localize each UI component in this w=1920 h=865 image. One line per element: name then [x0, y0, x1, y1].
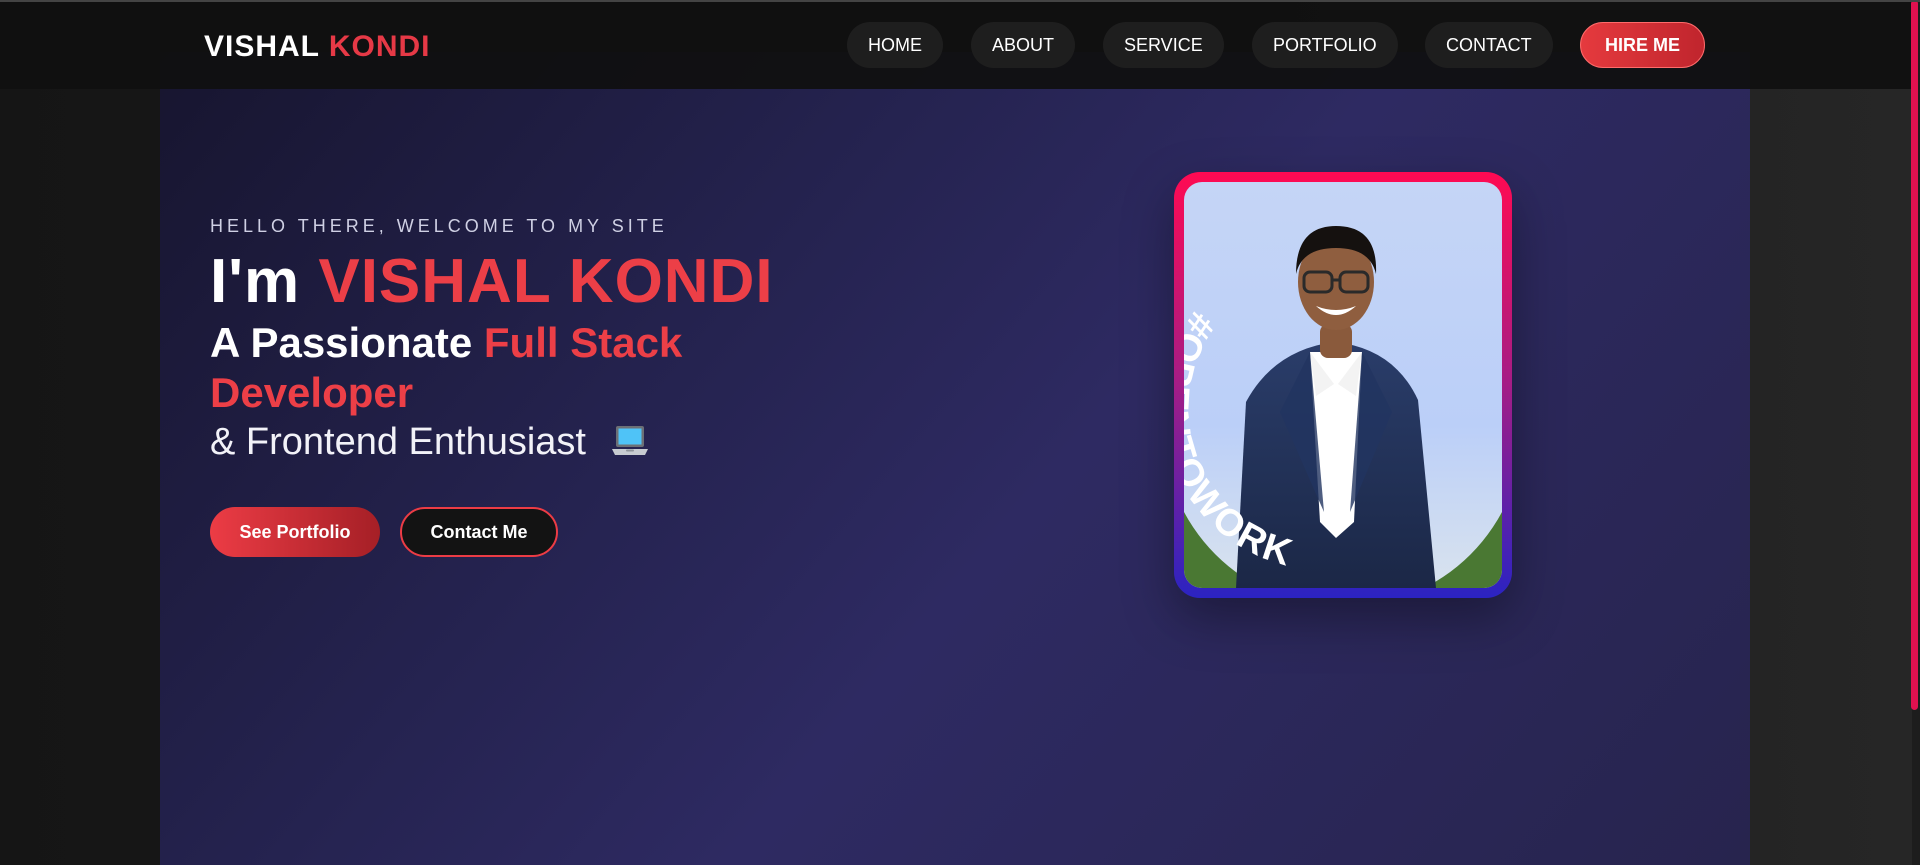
- hero-tagline: & Frontend Enthusiast: [210, 420, 649, 464]
- profile-photo-frame: #OPENTOWORK: [1174, 172, 1512, 598]
- profile-photo: #OPENTOWORK: [1184, 182, 1502, 588]
- headline-name: VISHAL KONDI: [318, 247, 774, 316]
- contact-me-button[interactable]: Contact Me: [400, 507, 558, 557]
- subhead-prefix: A Passionate: [210, 319, 473, 366]
- hire-me-button[interactable]: HIRE ME: [1580, 22, 1705, 68]
- nav-about[interactable]: ABOUT: [971, 22, 1076, 68]
- site-logo[interactable]: VISHAL KONDI: [204, 30, 430, 64]
- navbar: VISHAL KONDI HOME ABOUT SERVICE PORTFOLI…: [0, 0, 1912, 89]
- logo-last-name: KONDI: [328, 30, 431, 63]
- hero-greeting: HELLO THERE, WELCOME TO MY SITE: [210, 216, 668, 236]
- logo-first-name: VISHAL: [204, 30, 320, 63]
- hero-subheading: A Passionate Full Stack Developer: [210, 318, 810, 418]
- headline-prefix: I'm: [210, 247, 301, 316]
- nav-home[interactable]: HOME: [847, 22, 943, 68]
- nav-contact[interactable]: CONTACT: [1425, 22, 1553, 68]
- tagline-text: & Frontend Enthusiast: [210, 421, 586, 463]
- see-portfolio-button[interactable]: See Portfolio: [210, 507, 380, 557]
- profile-photo-illustration: #OPENTOWORK: [1184, 226, 1502, 588]
- hero-headline: I'm VISHAL KONDI: [210, 246, 774, 317]
- laptop-icon: [611, 424, 649, 458]
- window-top-border: [0, 0, 1920, 2]
- nav-portfolio[interactable]: PORTFOLIO: [1252, 22, 1398, 68]
- scrollbar-thumb[interactable]: [1911, 0, 1918, 710]
- nav-service[interactable]: SERVICE: [1103, 22, 1224, 68]
